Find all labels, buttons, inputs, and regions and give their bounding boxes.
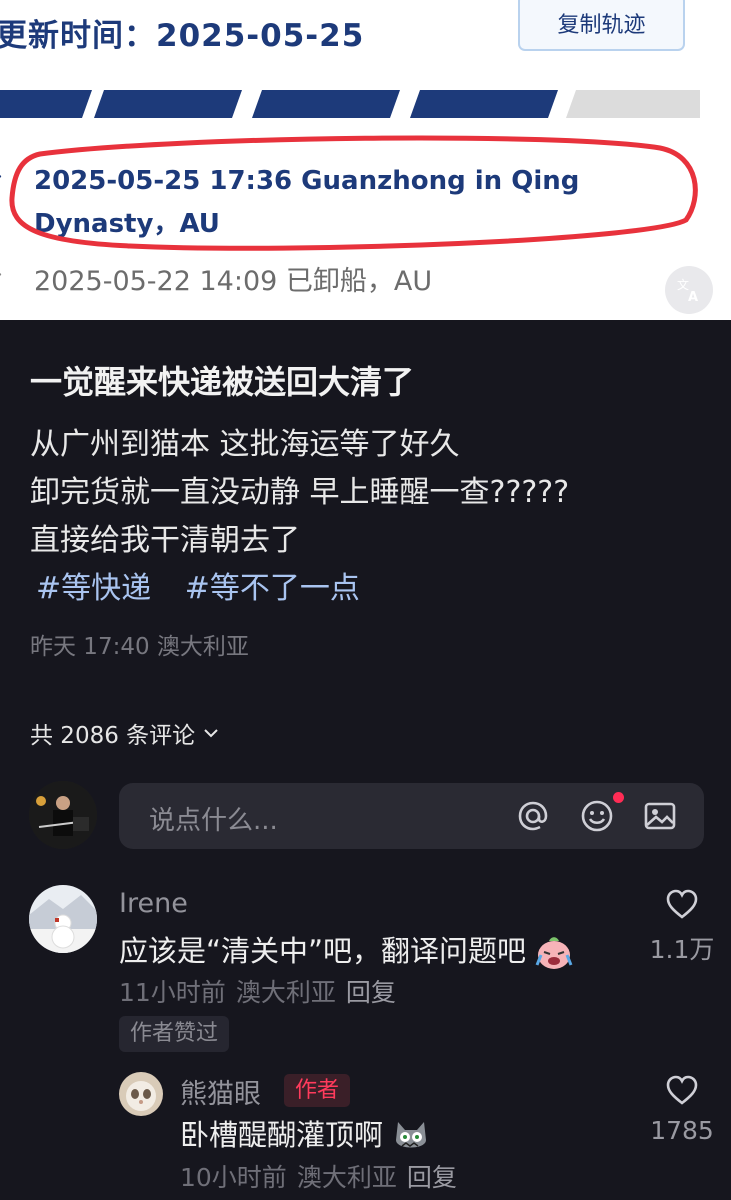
heart-icon[interactable] xyxy=(665,888,699,920)
progress-segment xyxy=(410,90,558,118)
reply-button[interactable]: 回复 xyxy=(407,1163,457,1192)
comment-meta: 10小时前 澳大利亚 回复 xyxy=(180,1158,467,1194)
comment-text: 卧槽醍醐灌顶啊 xyxy=(180,1112,430,1156)
comment-placeholder: 说点什么... xyxy=(149,806,278,836)
comment-time: 10小时前 xyxy=(180,1163,287,1192)
progress-segment xyxy=(94,90,242,118)
comment-meta: 11小时前 澳大利亚 回复 xyxy=(119,973,406,1009)
comment-text-content: 卧槽醍醐灌顶啊 xyxy=(180,1118,384,1152)
like-count: 1.1万 xyxy=(649,935,715,964)
svg-text:A: A xyxy=(688,290,698,304)
page: 更新时间：2025-05-25 复制轨迹 › 2025-05-25 17:36 … xyxy=(0,0,731,1200)
comment-text: 应该是“清关中”吧，翻译问题吧 xyxy=(119,928,573,971)
chevron-down-icon xyxy=(204,729,218,738)
comment-text-content: 应该是“清关中”吧，翻译问题吧 xyxy=(119,934,527,968)
chevron-right-icon: › xyxy=(0,262,3,287)
crying-laughing-emoji-icon xyxy=(535,937,573,969)
commenter-name[interactable]: Irene xyxy=(119,888,188,919)
author-badge: 作者 xyxy=(284,1074,351,1107)
post-body-line: 从广州到猫本 这批海运等了好久 xyxy=(30,427,460,462)
heart-icon[interactable] xyxy=(665,1074,699,1106)
highlight-oval xyxy=(9,135,698,251)
comment-count-toggle[interactable]: 共 2086 条评论 xyxy=(30,716,219,750)
copy-track-button[interactable]: 复制轨迹 xyxy=(518,0,685,51)
progress-segment xyxy=(566,90,700,118)
progress-bar xyxy=(0,90,731,118)
notification-dot xyxy=(613,792,624,803)
tracking-screenshot: 更新时间：2025-05-25 复制轨迹 › 2025-05-25 17:36 … xyxy=(0,0,731,320)
shocked-cat-emoji-icon xyxy=(396,1122,427,1148)
reply-button[interactable]: 回复 xyxy=(346,978,396,1007)
comment-location: 澳大利亚 xyxy=(235,978,336,1007)
translate-icon[interactable]: 文 A xyxy=(665,266,713,314)
like-count: 1785 xyxy=(650,1116,714,1145)
post-title: 一觉醒来快递被送回大清了 xyxy=(30,363,415,401)
hashtags: #等快递 #等不了一点 xyxy=(36,563,384,607)
comment-location: 澳大利亚 xyxy=(296,1163,397,1192)
update-time: 更新时间：2025-05-25 xyxy=(0,18,365,54)
avatar[interactable] xyxy=(119,1072,163,1116)
progress-segment xyxy=(252,90,400,118)
progress-segment xyxy=(0,90,92,118)
post-meta: 昨天 17:40 澳大利亚 xyxy=(30,634,249,660)
post-body-line: 直接给我干清朝去了 xyxy=(30,523,300,558)
hashtag-link[interactable]: #等不了一点 xyxy=(185,571,360,606)
post-body-line: 卸完货就一直没动静 早上睡醒一查????? xyxy=(30,475,570,510)
comment-count-label: 共 2086 条评论 xyxy=(30,723,196,749)
commenter-name[interactable]: 熊猫眼 xyxy=(180,1072,261,1111)
avatar[interactable] xyxy=(29,885,97,953)
image-icon[interactable] xyxy=(640,796,680,836)
previous-tracking-event: 2025-05-22 14:09 已卸船，AU xyxy=(34,266,433,297)
emoji-icon[interactable] xyxy=(577,796,617,836)
comment-time: 11小时前 xyxy=(119,978,226,1007)
at-icon[interactable] xyxy=(513,796,553,836)
hashtag-link[interactable]: #等快递 xyxy=(36,571,151,606)
comment-input[interactable]: 说点什么... xyxy=(119,783,704,849)
avatar[interactable] xyxy=(29,781,97,849)
author-liked-badge: 作者赞过 xyxy=(119,1016,230,1052)
